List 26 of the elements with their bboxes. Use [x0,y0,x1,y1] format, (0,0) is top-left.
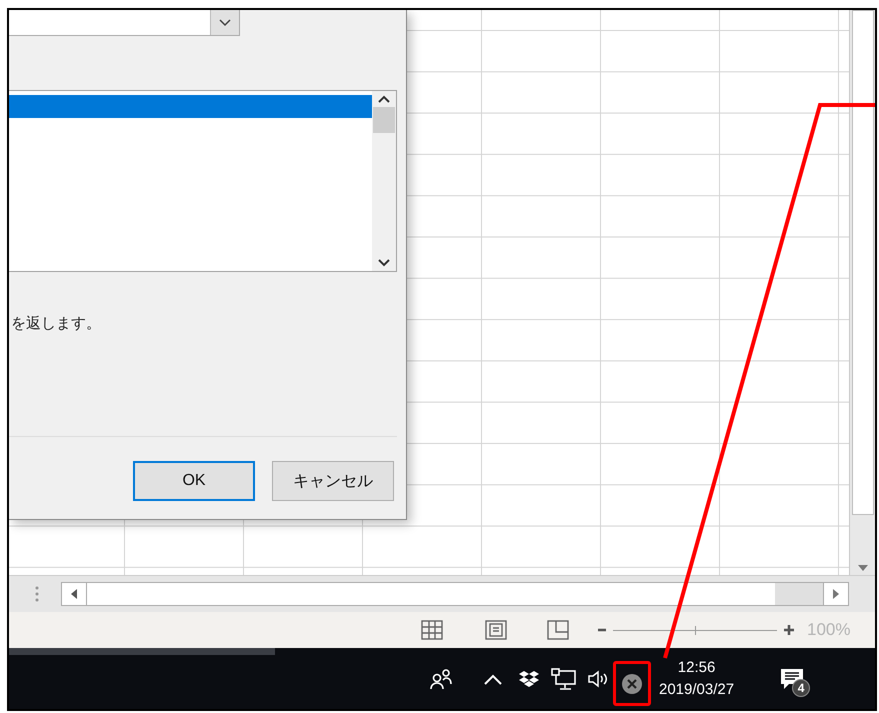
notification-count: 4 [792,678,810,696]
horizontal-scrollbar[interactable] [61,582,849,606]
function-list[interactable] [9,90,397,272]
normal-view-icon[interactable] [421,620,443,640]
page-break-icon[interactable] [547,620,569,640]
network-icon[interactable] [551,668,577,690]
dropdown-field[interactable] [9,10,240,36]
zoom-level: 100% [807,620,850,640]
zoom-in-icon[interactable] [783,624,795,636]
chevron-down-icon [219,18,231,26]
vertical-scrollbar[interactable] [849,10,875,575]
scroll-right-icon[interactable] [833,589,839,599]
ok-button[interactable]: OK [133,461,255,501]
scroll-up-icon[interactable] [378,95,390,103]
scroll-down-icon[interactable] [378,259,390,267]
function-description: を返します。 [10,314,102,334]
close-circle-icon[interactable] [621,672,643,694]
scrollbar-thumb[interactable] [373,107,395,133]
box-icon[interactable] [519,670,539,688]
clock-time[interactable]: 12:56 [678,656,716,678]
scroll-left-icon[interactable] [71,589,77,599]
clock-date[interactable]: 2019/03/27 [659,678,734,700]
people-icon[interactable] [429,668,453,690]
chevron-up-icon[interactable] [483,672,503,684]
page-layout-icon[interactable] [485,620,507,640]
cancel-button[interactable]: キャンセル [272,461,394,501]
